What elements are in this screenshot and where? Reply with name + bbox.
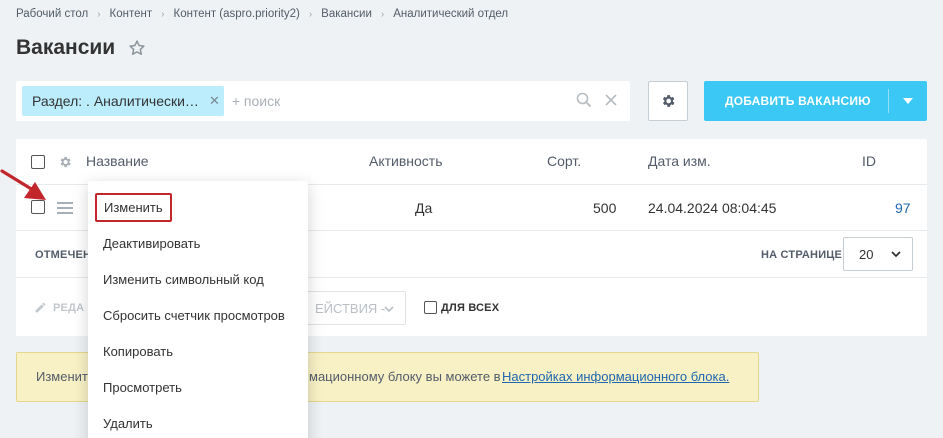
select-all-checkbox[interactable] xyxy=(31,155,45,169)
add-vacancy-label: ДОБАВИТЬ ВАКАНСИЮ xyxy=(725,94,871,108)
search-icon[interactable] xyxy=(576,92,592,108)
clear-icon[interactable] xyxy=(604,93,618,107)
actions-select-label: ЕЙСТВИЯ - xyxy=(315,300,386,316)
chevron-down-icon xyxy=(891,251,901,258)
title-row: Вакансии xyxy=(16,36,146,60)
breadcrumb-item-analytics[interactable]: Аналитический отдел xyxy=(393,8,508,20)
settings-button[interactable] xyxy=(648,81,688,121)
for-all-label: ДЛЯ ВСЕХ xyxy=(441,302,500,314)
close-icon[interactable]: ✕ xyxy=(209,93,220,109)
menu-item-deactivate[interactable]: Деактивировать xyxy=(103,236,200,251)
filter-search-bar[interactable]: Раздел: . Аналитически… ✕ xyxy=(16,81,630,121)
menu-item-delete[interactable]: Удалить xyxy=(103,416,153,431)
page-title: Вакансии xyxy=(16,36,116,59)
cell-date: 24.04.2024 08:04:45 xyxy=(648,200,777,216)
page: Рабочий стол › Контент › Контент (aspro.… xyxy=(0,0,943,438)
iblock-settings-link[interactable]: Настройках информационного блока. xyxy=(502,369,729,384)
add-vacancy-dropdown[interactable] xyxy=(889,98,927,104)
chevron-right-icon: › xyxy=(308,8,313,20)
breadcrumb: Рабочий стол › Контент › Контент (aspro.… xyxy=(16,8,508,20)
breadcrumb-item-vacancies[interactable]: Вакансии xyxy=(321,8,372,20)
for-all-checkbox[interactable] xyxy=(424,301,437,314)
gear-icon[interactable] xyxy=(58,155,72,169)
context-menu: Изменить Деактивировать Изменить символь… xyxy=(88,181,308,438)
chevron-down-icon xyxy=(384,306,394,313)
actions-select[interactable]: ЕЙСТВИЯ - xyxy=(300,291,406,325)
chevron-right-icon: › xyxy=(97,8,101,20)
chevron-right-icon: › xyxy=(380,8,385,20)
column-header-sort[interactable]: Сорт. xyxy=(547,153,581,169)
breadcrumb-item-desktop[interactable]: Рабочий стол xyxy=(16,8,88,20)
cell-active: Да xyxy=(415,200,433,216)
menu-item-edit[interactable]: Изменить xyxy=(95,193,172,222)
cell-sort: 500 xyxy=(593,200,617,216)
filter-chip-label: Раздел: . Аналитически… xyxy=(32,93,199,109)
menu-icon[interactable] xyxy=(57,202,73,214)
edit-label: РЕДА xyxy=(53,302,85,314)
per-page-value: 20 xyxy=(859,246,874,262)
caret-down-icon xyxy=(903,98,913,104)
chevron-right-icon: › xyxy=(161,8,165,20)
menu-item-view[interactable]: Просмотреть xyxy=(103,380,182,395)
gear-icon xyxy=(662,95,675,107)
notice-text-mid: мационному блоку вы можете в xyxy=(309,369,501,384)
breadcrumb-item-content-aspro[interactable]: Контент (aspro.priority2) xyxy=(174,8,300,20)
filter-icons xyxy=(564,92,618,108)
notice-text-start: Изменит xyxy=(36,369,88,384)
column-header-id[interactable]: ID xyxy=(862,153,876,169)
per-page-select[interactable]: 20 xyxy=(843,237,913,271)
menu-item-reset-views[interactable]: Сбросить счетчик просмотров xyxy=(103,308,285,323)
grid-header: Название Активность Сорт. Дата изм. ID xyxy=(16,139,927,185)
breadcrumb-item-content[interactable]: Контент xyxy=(110,8,153,20)
search-input[interactable] xyxy=(229,92,530,110)
column-header-date[interactable]: Дата изм. xyxy=(648,153,711,169)
add-vacancy-button[interactable]: ДОБАВИТЬ ВАКАНСИЮ xyxy=(704,81,927,121)
column-header-name[interactable]: Название xyxy=(86,153,149,169)
marked-label: ОТМЕЧЕН xyxy=(35,249,92,261)
arrow-icon xyxy=(0,169,46,200)
menu-item-change-code[interactable]: Изменить символьный код xyxy=(103,272,264,287)
per-page-label: НА СТРАНИЦЕ: xyxy=(761,249,846,261)
pencil-icon xyxy=(35,302,46,313)
filter-chip[interactable]: Раздел: . Аналитически… ✕ xyxy=(22,86,224,116)
cell-id-link[interactable]: 97 xyxy=(895,200,911,216)
menu-item-copy[interactable]: Копировать xyxy=(103,344,173,359)
star-icon[interactable] xyxy=(128,39,146,57)
column-header-active[interactable]: Активность xyxy=(369,153,443,169)
